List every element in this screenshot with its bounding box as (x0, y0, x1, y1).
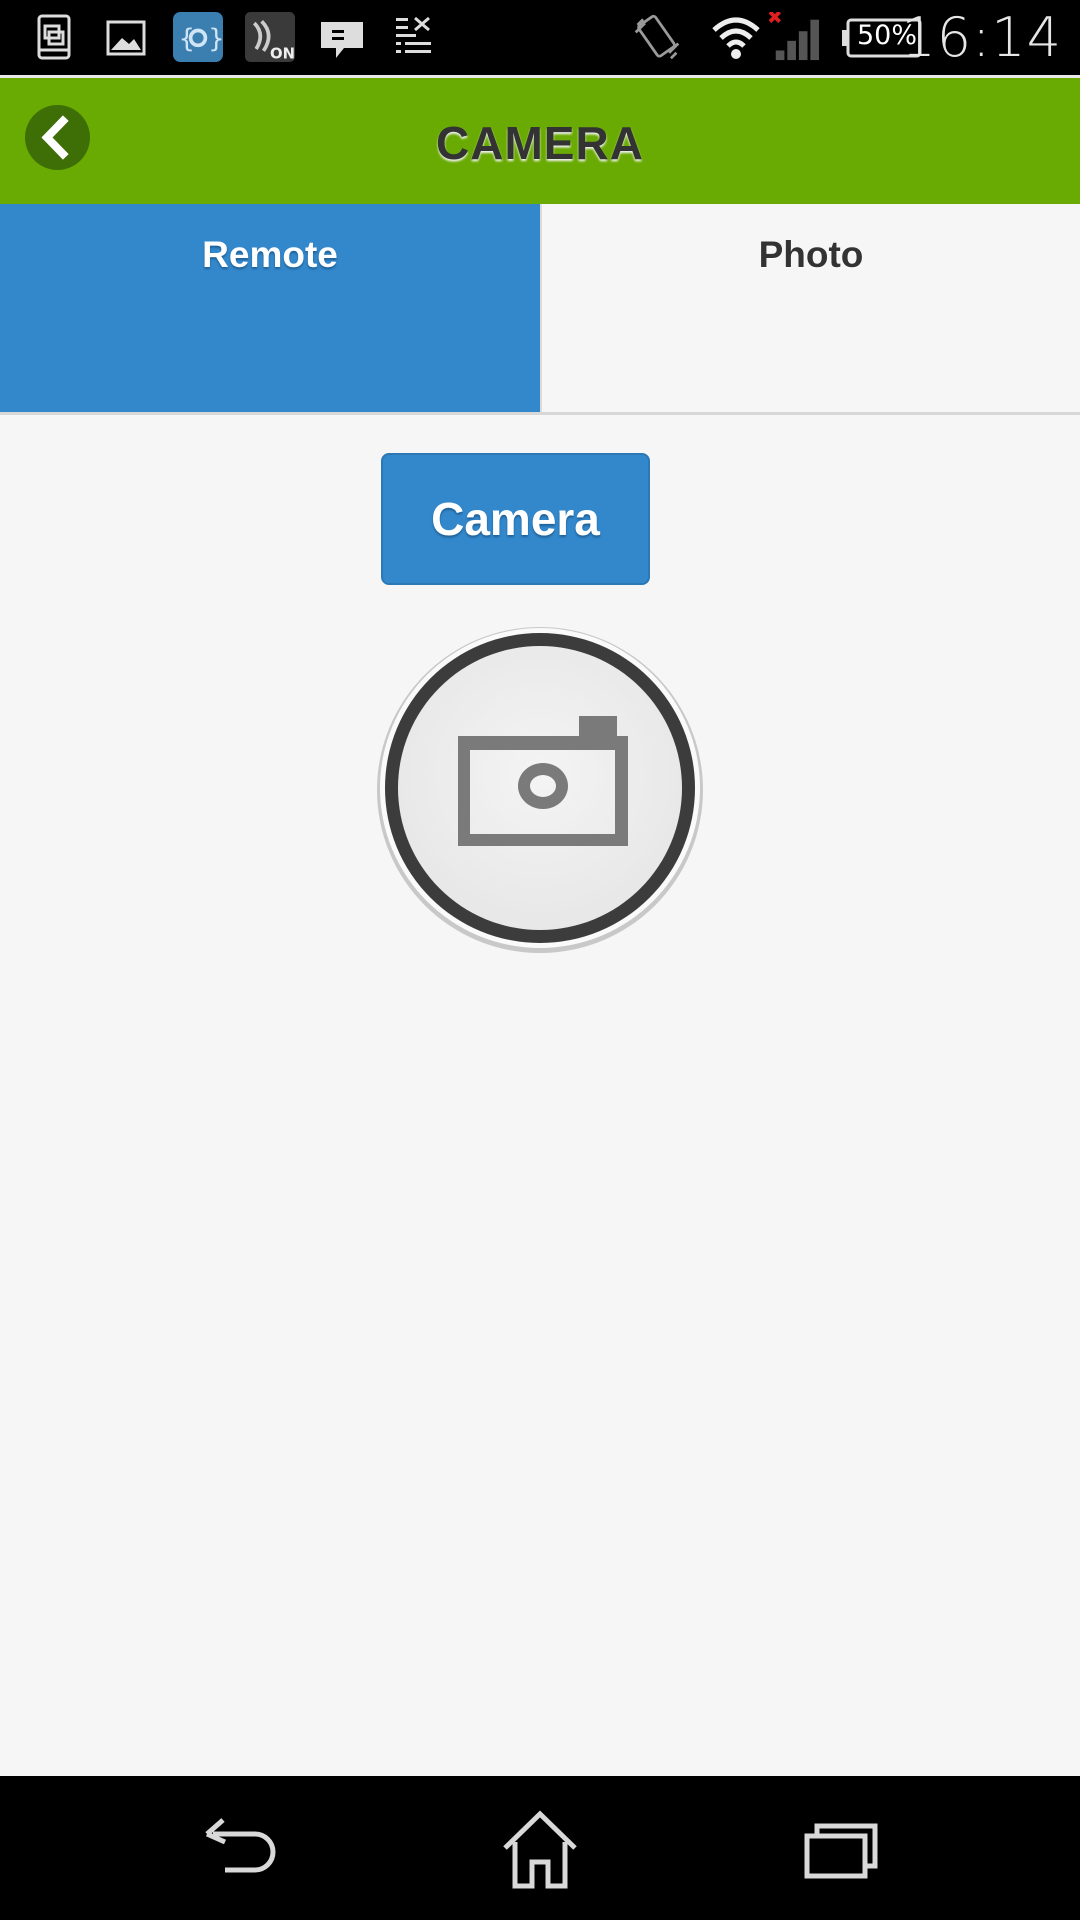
tab-photo-label: Photo (758, 234, 864, 275)
vibrate-icon (634, 14, 680, 60)
tab-photo[interactable]: Photo (540, 204, 1080, 412)
tab-remote-label: Remote (202, 234, 338, 275)
clock: 16:14 (901, 6, 1062, 69)
camera-button[interactable]: Camera (381, 453, 650, 585)
shutter-button[interactable] (375, 623, 705, 953)
home-nav-icon[interactable] (495, 1806, 585, 1896)
wifi-icon (712, 17, 760, 59)
nfc-on-icon: ON (245, 12, 295, 62)
signal-no-service-icon (768, 12, 820, 61)
tab-bar: Remote Photo (0, 204, 1080, 415)
svg-text:}: } (208, 24, 224, 54)
page-title: CAMERA (436, 117, 644, 169)
status-bar: { } ON 50% 16:14 (0, 0, 1080, 78)
gallery-icon (106, 20, 146, 56)
svg-text:ON: ON (270, 45, 295, 62)
screenshot-icon (37, 14, 71, 60)
message-icon (321, 22, 363, 58)
app-header: CAMERA (0, 78, 1080, 204)
back-nav-icon[interactable] (197, 1806, 287, 1896)
tab-remote[interactable]: Remote (0, 204, 540, 412)
recent-apps-icon[interactable] (795, 1806, 885, 1896)
navigation-bar (0, 1776, 1080, 1920)
settings-app-icon: { } (173, 12, 225, 62)
camera-button-label: Camera (431, 493, 600, 545)
download-list-icon (396, 16, 431, 53)
